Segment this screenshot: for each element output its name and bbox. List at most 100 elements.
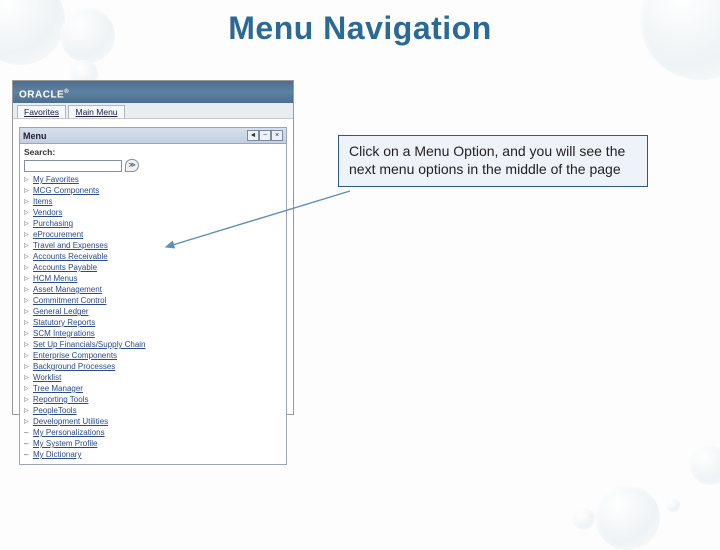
menu-list: ▷My Favorites▷MCG Components▷Items▷Vendo… [24,174,282,460]
menu-item-label[interactable]: Tree Manager [33,384,83,393]
tab-favorites[interactable]: Favorites [17,105,66,118]
expand-icon: ▷ [24,210,30,216]
leaf-icon: – [24,430,30,436]
expand-icon: ▷ [24,177,30,183]
expand-icon: ▷ [24,419,30,425]
decor-bubble [595,485,660,550]
expand-icon: ▷ [24,386,30,392]
menu-item[interactable]: ▷eProcurement [24,229,282,240]
menu-item-label[interactable]: Enterprise Components [33,351,117,360]
expand-icon: ▷ [24,254,30,260]
menu-item[interactable]: ▷Development Utilities [24,416,282,427]
menu-panel-title: Menu [23,131,47,141]
menu-item-label[interactable]: SCM Integrations [33,329,95,338]
expand-icon: ▷ [24,243,30,249]
callout-box: Click on a Menu Option, and you will see… [338,135,648,187]
menu-item-label[interactable]: My System Profile [33,439,97,448]
menu-panel: Menu ◄ − × Search: ≫ ▷My Favorites▷MCG C… [19,127,287,465]
menu-item[interactable]: ▷Worklist [24,372,282,383]
expand-icon: ▷ [24,331,30,337]
brand-bar: ORACLE® [13,81,293,103]
menu-item[interactable]: ▷Purchasing [24,218,282,229]
menu-panel-body: Search: ≫ ▷My Favorites▷MCG Components▷I… [20,144,286,464]
menu-item-label[interactable]: Asset Management [33,285,102,294]
menu-item[interactable]: ▷MCG Components [24,185,282,196]
menu-item-label[interactable]: Reporting Tools [33,395,88,404]
menu-item[interactable]: ▷Tree Manager [24,383,282,394]
menu-item[interactable]: ▷General Ledger [24,306,282,317]
search-go-button[interactable]: ≫ [125,159,139,172]
menu-item-label[interactable]: MCG Components [33,186,99,195]
expand-icon: ▷ [24,276,30,282]
menu-item-label[interactable]: Commitment Control [33,296,106,305]
menu-item[interactable]: ▷Commitment Control [24,295,282,306]
leaf-icon: – [24,441,30,447]
menu-item[interactable]: ▷Enterprise Components [24,350,282,361]
menu-item-label[interactable]: General Ledger [33,307,89,316]
menu-item-label[interactable]: Statutory Reports [33,318,95,327]
expand-icon: ▷ [24,342,30,348]
tabs-row: Favorites Main Menu [13,103,293,119]
search-row: ≫ [24,159,282,172]
menu-item-label[interactable]: eProcurement [33,230,83,239]
expand-icon: ▷ [24,408,30,414]
tab-main-menu[interactable]: Main Menu [68,105,124,118]
expand-icon: ▷ [24,364,30,370]
expand-icon: ▷ [24,199,30,205]
search-label: Search: [24,147,282,157]
panel-close-button[interactable]: × [271,130,283,141]
expand-icon: ▷ [24,397,30,403]
menu-item-label[interactable]: Worklist [33,373,61,382]
menu-item[interactable]: –My System Profile [24,438,282,449]
menu-item-label[interactable]: Items [33,197,53,206]
expand-icon: ▷ [24,287,30,293]
panel-back-button[interactable]: ◄ [247,130,259,141]
menu-item[interactable]: ▷Set Up Financials/Supply Chain [24,339,282,350]
menu-item[interactable]: ▷Reporting Tools [24,394,282,405]
menu-item-label[interactable]: Set Up Financials/Supply Chain [33,340,146,349]
menu-item-label[interactable]: Vendors [33,208,62,217]
menu-item[interactable]: ▷Statutory Reports [24,317,282,328]
menu-item[interactable]: –My Personalizations [24,427,282,438]
callout-text: Click on a Menu Option, and you will see… [349,143,625,177]
expand-icon: ▷ [24,221,30,227]
menu-item-label[interactable]: My Dictionary [33,450,81,459]
decor-bubble [573,508,595,530]
menu-item[interactable]: ▷HCM Menus [24,273,282,284]
menu-item[interactable]: ▷PeopleTools [24,405,282,416]
expand-icon: ▷ [24,265,30,271]
expand-icon: ▷ [24,298,30,304]
panel-minimize-button[interactable]: − [259,130,271,141]
registered-icon: ® [64,89,69,95]
menu-item-label[interactable]: Purchasing [33,219,73,228]
menu-item[interactable]: ▷My Favorites [24,174,282,185]
menu-item[interactable]: ▷Items [24,196,282,207]
brand-label: ORACLE [19,89,64,100]
menu-item-label[interactable]: HCM Menus [33,274,77,283]
expand-icon: ▷ [24,232,30,238]
app-screenshot: ORACLE® Favorites Main Menu Menu ◄ − × S… [12,80,294,415]
slide-title: Menu Navigation [0,10,720,47]
menu-item[interactable]: ▷Asset Management [24,284,282,295]
search-input[interactable] [24,160,122,172]
menu-item-label[interactable]: Accounts Receivable [33,252,108,261]
menu-item-label[interactable]: Travel and Expenses [33,241,108,250]
menu-item-label[interactable]: My Personalizations [33,428,105,437]
menu-item-label[interactable]: My Favorites [33,175,79,184]
expand-icon: ▷ [24,188,30,194]
menu-item[interactable]: ▷Accounts Payable [24,262,282,273]
menu-item-label[interactable]: PeopleTools [33,406,77,415]
menu-item-label[interactable]: Background Processes [33,362,115,371]
menu-item[interactable]: ▷Background Processes [24,361,282,372]
menu-item-label[interactable]: Accounts Payable [33,263,97,272]
menu-item[interactable]: ▷Travel and Expenses [24,240,282,251]
menu-item[interactable]: ▷Accounts Receivable [24,251,282,262]
expand-icon: ▷ [24,353,30,359]
menu-item[interactable]: –My Dictionary [24,449,282,460]
expand-icon: ▷ [24,309,30,315]
decor-bubble [666,498,680,512]
menu-panel-controls: ◄ − × [247,130,283,141]
menu-item[interactable]: ▷Vendors [24,207,282,218]
menu-item-label[interactable]: Development Utilities [33,417,108,426]
menu-item[interactable]: ▷SCM Integrations [24,328,282,339]
